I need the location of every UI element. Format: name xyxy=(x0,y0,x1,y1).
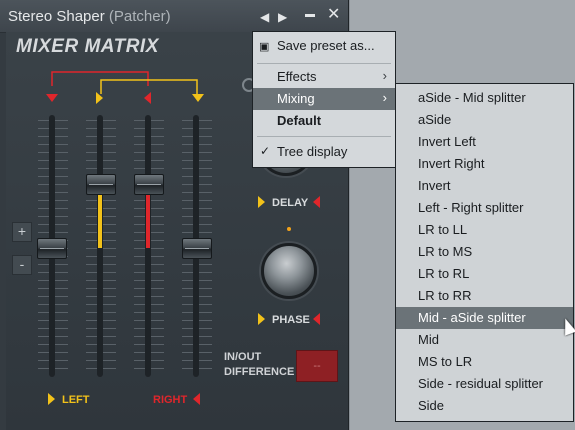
close-icon[interactable]: ✕ xyxy=(327,6,340,24)
delay-arrow-right-icon[interactable] xyxy=(258,196,265,208)
right-channel-arrow-icon[interactable] xyxy=(193,393,200,405)
context-menu: ▣ Save preset as... Effects › Mixing › D… xyxy=(252,31,396,168)
route-arrow-icon[interactable] xyxy=(192,94,204,102)
submenu-item-label: Side xyxy=(418,398,445,413)
window-title: Stereo Shaper (Patcher) xyxy=(8,8,171,25)
menu-item-mixing[interactable]: Mixing › xyxy=(253,88,395,110)
route-arrow-icon[interactable] xyxy=(96,92,103,104)
menu-item-save-preset[interactable]: ▣ Save preset as... xyxy=(253,35,395,57)
inout-label-line1: IN/OUT xyxy=(224,351,262,363)
chevron-right-icon: › xyxy=(382,90,387,105)
phase-arrow-right-icon[interactable] xyxy=(258,313,265,325)
submenu-item[interactable]: Side xyxy=(396,395,573,417)
submenu-item-label: LR to RL xyxy=(418,266,470,281)
fader-fill xyxy=(98,190,102,248)
right-channel-label: RIGHT xyxy=(153,394,188,406)
submenu-item[interactable]: aSide - Mid splitter xyxy=(396,87,573,109)
fader-fill xyxy=(146,190,150,248)
submenu-item-label: Side - residual splitter xyxy=(418,376,543,391)
left-channel-arrow-icon[interactable] xyxy=(48,393,55,405)
submenu-item-label: aSide xyxy=(418,112,452,127)
submenu-item-highlighted[interactable]: Mid - aSide splitter xyxy=(396,307,573,329)
fader-handle[interactable] xyxy=(182,238,212,259)
submenu-item[interactable]: Invert Left xyxy=(396,131,573,153)
submenu-item[interactable]: LR to RR xyxy=(396,285,573,307)
submenu-item-label: Mid xyxy=(418,332,439,347)
route-arrow-icon[interactable] xyxy=(144,92,151,104)
menu-item-label: Save preset as... xyxy=(277,38,375,53)
submenu-item-label: Invert Right xyxy=(418,156,485,171)
submenu-item[interactable]: aSide xyxy=(396,109,573,131)
window-title-text: Stereo Shaper xyxy=(8,8,105,25)
delay-label: DELAY xyxy=(272,197,309,209)
menu-item-label: Mixing xyxy=(277,91,315,106)
submenu-item[interactable]: MS to LR xyxy=(396,351,573,373)
left-channel-label: LEFT xyxy=(62,394,90,406)
submenu-item-label: MS to LR xyxy=(418,354,473,369)
minimize-icon[interactable]: ▬ xyxy=(305,6,315,24)
phase-marker xyxy=(287,227,291,231)
inout-label-line2: DIFFERENCE xyxy=(224,366,295,378)
submenu-item[interactable]: Left - Right splitter xyxy=(396,197,573,219)
submenu-item-label: LR to RR xyxy=(418,288,472,303)
submenu-item-label: Left - Right splitter xyxy=(418,200,524,215)
submenu-item[interactable]: LR to LL xyxy=(396,219,573,241)
panel-title: MIXER MATRIX xyxy=(16,36,159,57)
routing-lines xyxy=(51,71,198,94)
route-arrow-icon[interactable] xyxy=(46,94,58,102)
submenu-item-label: Invert Left xyxy=(418,134,476,149)
minus-button[interactable]: - xyxy=(12,255,32,275)
menu-separator xyxy=(257,136,391,137)
submenu-item[interactable]: Invert Right xyxy=(396,153,573,175)
delay-arrow-left-icon[interactable] xyxy=(313,196,320,208)
fader-handle[interactable] xyxy=(37,238,67,259)
menu-item-tree-display[interactable]: ✓ Tree display xyxy=(253,141,395,163)
submenu-item[interactable]: LR to MS xyxy=(396,241,573,263)
fader-handle[interactable] xyxy=(134,174,164,195)
submenu-item[interactable]: LR to RL xyxy=(396,263,573,285)
window-subtitle: (Patcher) xyxy=(108,8,171,25)
inout-difference-label: IN/OUT DIFFERENCE xyxy=(224,350,294,380)
submenu-item[interactable]: Invert xyxy=(396,175,573,197)
submenu-item-label: LR to LL xyxy=(418,222,468,237)
menu-separator xyxy=(257,63,391,64)
nav-next-icon[interactable]: ▶ xyxy=(278,8,287,26)
save-icon: ▣ xyxy=(259,41,270,53)
chevron-right-icon: › xyxy=(382,68,387,83)
check-icon: ✓ xyxy=(260,144,271,158)
phase-knob[interactable] xyxy=(261,243,317,299)
fader-handle[interactable] xyxy=(86,174,116,195)
submenu-item-label: aSide - Mid splitter xyxy=(418,90,526,105)
submenu-item-label: LR to MS xyxy=(418,244,473,259)
mixing-submenu: aSide - Mid splitter aSide Invert Left I… xyxy=(395,83,574,422)
nav-prev-icon[interactable]: ◀ xyxy=(260,8,269,26)
menu-item-label: Default xyxy=(277,113,322,128)
submenu-item[interactable]: Side - residual splitter xyxy=(396,373,573,395)
submenu-item-label: Mid - aSide splitter xyxy=(418,310,526,325)
submenu-item-label: Invert xyxy=(418,178,451,193)
title-bar: Stereo Shaper (Patcher) ◀ ▶ ▬ ✕ xyxy=(0,0,348,33)
phase-label: PHASE xyxy=(272,314,310,326)
submenu-item[interactable]: Mid xyxy=(396,329,573,351)
menu-item-label: Effects xyxy=(277,69,317,84)
phase-arrow-left-icon[interactable] xyxy=(313,313,320,325)
plus-button[interactable]: + xyxy=(12,222,32,242)
inout-difference-field[interactable]: -- xyxy=(296,350,338,382)
menu-item-label: Tree display xyxy=(277,144,348,159)
menu-item-effects[interactable]: Effects › xyxy=(253,66,395,88)
menu-item-default[interactable]: Default xyxy=(253,110,395,132)
